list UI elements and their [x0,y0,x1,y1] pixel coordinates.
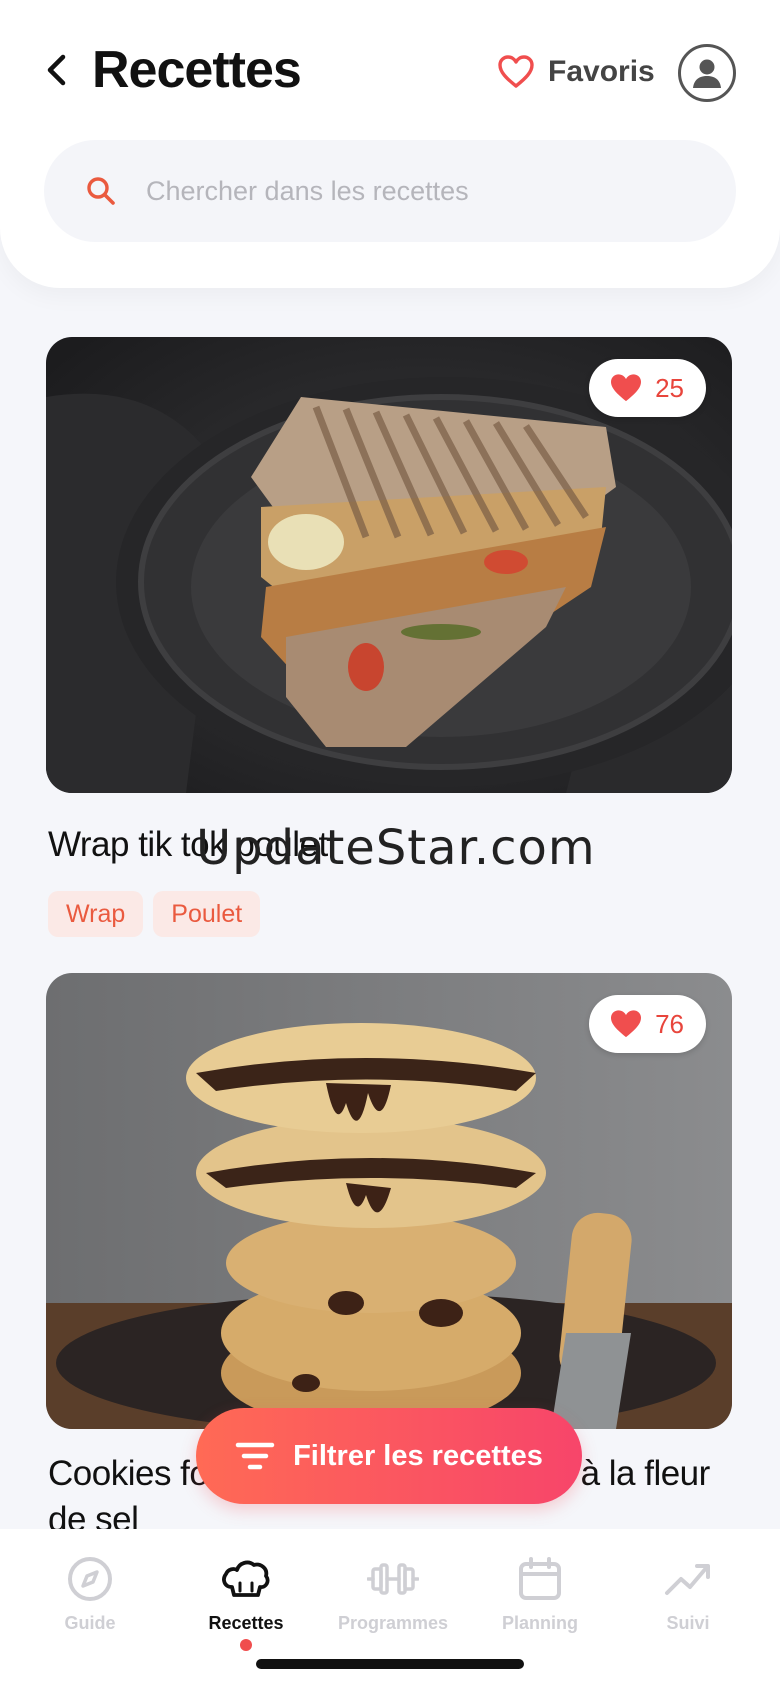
chevron-left-icon [47,54,66,86]
heart-filled-icon [611,374,642,402]
search-bar[interactable] [44,140,736,242]
heart-outline-icon [498,55,534,88]
tab-programmes[interactable]: Programmes [323,1553,463,1634]
tab-label: Recettes [208,1613,284,1633]
heart-filled-icon [611,1010,642,1038]
home-indicator[interactable] [256,1659,524,1669]
recipe-card[interactable]: 25 Wrap tik tok poulet Wrap Poulet [46,337,732,937]
likes-badge[interactable]: 25 [589,359,706,417]
tab-guide[interactable]: Guide [20,1553,160,1634]
tab-planning[interactable]: Planning [470,1553,610,1634]
tab-label: Planning [502,1613,578,1633]
trend-icon [665,1564,710,1595]
likes-count: 76 [655,1008,684,1039]
user-icon [693,59,721,88]
profile-avatar-button[interactable] [678,44,736,102]
recipe-image-wrap[interactable]: 76 [46,973,732,1429]
recipe-card[interactable]: 76 Cookies fourrés au chocolat noir et à… [46,973,732,1539]
calendar-icon [519,1557,561,1600]
search-icon [87,177,115,205]
header: Recettes Favoris [0,0,780,288]
filter-recipes-button[interactable]: Filtrer les recettes [196,1408,582,1504]
dumbbell-icon [367,1563,419,1595]
filter-button-label: Filtrer les recettes [293,1439,543,1472]
compass-icon [68,1557,112,1601]
recipe-title[interactable]: Wrap tik tok poulet [48,825,328,865]
tab-label: Guide [64,1613,116,1633]
recipe-image-wrap[interactable]: 25 [46,337,732,793]
back-button[interactable] [36,50,76,90]
tab-label: Programmes [337,1613,449,1633]
likes-badge[interactable]: 76 [589,995,706,1053]
tab-suivi[interactable]: Suivi [618,1553,758,1634]
favorites-label: Favoris [548,55,655,88]
likes-count: 25 [655,372,684,403]
search-input[interactable] [146,175,706,207]
tab-recettes[interactable]: Recettes [176,1553,316,1634]
tag-chip[interactable]: Poulet [153,891,261,937]
chef-hat-icon [222,1560,270,1597]
active-tab-indicator [240,1639,252,1651]
tab-label: Suivi [666,1613,710,1633]
filter-icon [235,1442,275,1470]
page-title: Recettes [92,41,302,99]
recipe-tags: Wrap Poulet [48,891,261,937]
favorites-button[interactable]: Favoris [498,52,655,92]
tag-chip[interactable]: Wrap [48,891,144,937]
